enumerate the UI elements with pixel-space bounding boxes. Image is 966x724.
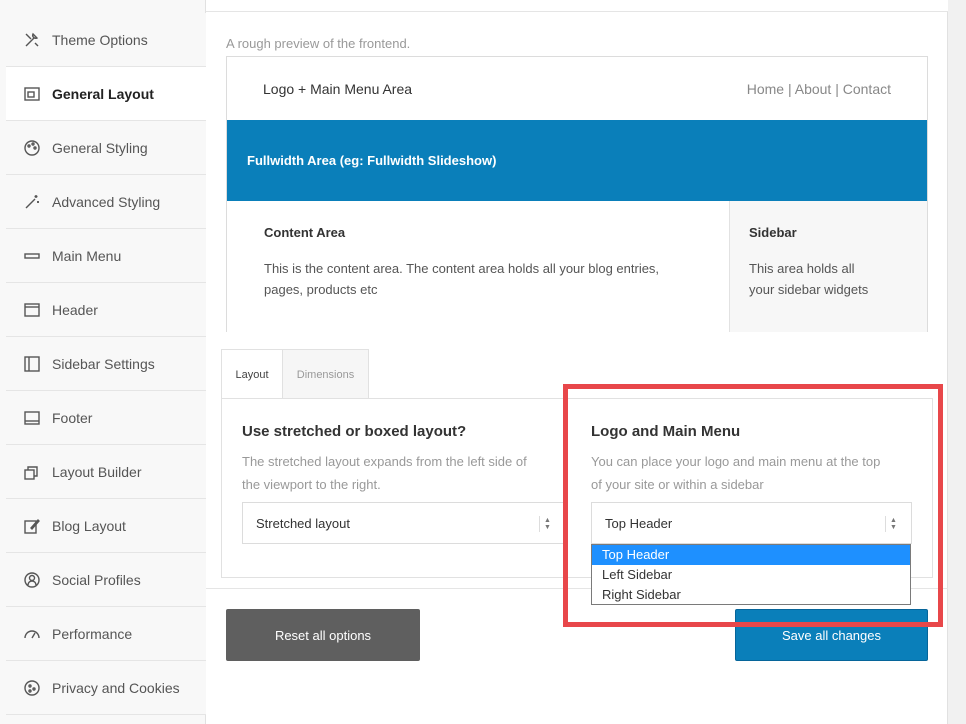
layers-icon: [22, 462, 42, 482]
preview-content-text: This is the content area. The content ar…: [264, 258, 659, 300]
sidebar-item-layout-builder[interactable]: Layout Builder: [6, 445, 206, 499]
preview-sidebar-line: your sidebar widgets: [749, 282, 869, 297]
reset-all-options-button[interactable]: Reset all options: [226, 609, 420, 661]
preview-content-title: Content Area: [264, 225, 346, 240]
sidebar-item-theme-options[interactable]: Theme Options: [6, 13, 206, 67]
menu-bar-icon: [22, 246, 42, 266]
sidebar-item-label: Blog Layout: [52, 517, 126, 534]
preview-caption: A rough preview of the frontend.: [226, 36, 411, 51]
layout-option-desc-line: the viewport to the right.: [242, 477, 381, 492]
sidebar-item-label: Privacy and Cookies: [52, 679, 180, 696]
sidebar-item-label: Sidebar Settings: [52, 355, 155, 372]
menu-option-desc: You can place your logo and main menu at…: [591, 450, 880, 496]
logo-menu-select[interactable]: Top Header ▲ ▼: [591, 502, 912, 544]
sidebar-item-main-menu[interactable]: Main Menu: [6, 229, 206, 283]
preview-sidebar-area: Sidebar This area holds all your sidebar…: [729, 201, 927, 332]
select-arrows-icon: ▲ ▼: [539, 516, 555, 532]
sidebar-item-footer[interactable]: Footer: [6, 391, 206, 445]
sidebar-item-performance[interactable]: Performance: [6, 607, 206, 661]
layout-select-value: Stretched layout: [256, 515, 350, 531]
sidebar-item-blog-layout[interactable]: Blog Layout: [6, 499, 206, 553]
options-sidebar: Theme Options General Layout General Sty…: [0, 0, 206, 724]
preview-nav: Home | About | Contact: [746, 81, 891, 97]
sidebar-item-label: Layout Builder: [52, 463, 142, 480]
sidebar-item-sidebar-settings[interactable]: Sidebar Settings: [6, 337, 206, 391]
layout-option-title: Use stretched or boxed layout?: [242, 423, 467, 440]
sidebar-item-label: Advanced Styling: [52, 193, 161, 210]
layout-icon: [22, 84, 42, 104]
footer-icon: [22, 408, 42, 428]
wrench-screwdriver-icon: [22, 30, 42, 50]
sidebar-item-label: General Styling: [52, 139, 148, 156]
header-icon: [22, 300, 42, 320]
sidebar-item-label: Theme Options: [52, 31, 148, 48]
edit-icon: [22, 516, 42, 536]
layout-select[interactable]: Stretched layout ▲ ▼: [242, 502, 566, 544]
preview-logo-area: Logo + Main Menu Area: [263, 81, 413, 97]
preview-fullwidth-area: Fullwidth Area (eg: Fullwidth Slideshow): [227, 120, 927, 201]
preview-header: Logo + Main Menu Area Home | About | Con…: [227, 57, 927, 120]
sidebar-item-label: Header: [52, 301, 98, 318]
tab-layout[interactable]: Layout: [221, 349, 283, 399]
preview-sidebar-title: Sidebar: [749, 225, 797, 240]
sidebar-item-label: Social Profiles: [52, 571, 141, 588]
sidebar-item-general-styling[interactable]: General Styling: [6, 121, 206, 175]
dropdown-option-right-sidebar[interactable]: Right Sidebar: [592, 585, 910, 605]
menu-option-title: Logo and Main Menu: [591, 423, 741, 440]
menu-option-desc-line: You can place your logo and main menu at…: [591, 454, 881, 469]
logo-menu-select-value: Top Header: [605, 515, 673, 531]
menu-option-desc-line: of your site or within a sidebar: [591, 477, 764, 492]
sidebar-item-social-profiles[interactable]: Social Profiles: [6, 553, 206, 607]
logo-menu-dropdown-list: Top Header Left Sidebar Right Sidebar: [591, 544, 911, 605]
gauge-icon: [22, 624, 42, 644]
cookie-icon: [22, 678, 42, 698]
sidebar-item-header[interactable]: Header: [6, 283, 206, 337]
dropdown-option-top-header[interactable]: Top Header: [592, 545, 910, 565]
sidebar-item-label: Main Menu: [52, 247, 122, 264]
sidebar-item-privacy-cookies[interactable]: Privacy and Cookies: [6, 661, 206, 715]
sidebar-item-label: Performance: [52, 625, 133, 642]
preview-content-line: This is the content area. The content ar…: [264, 261, 660, 276]
magic-wand-icon: [22, 192, 42, 212]
select-arrows-icon: ▲ ▼: [885, 516, 901, 532]
sidebar-icon: [22, 354, 42, 374]
dropdown-option-left-sidebar[interactable]: Left Sidebar: [592, 565, 910, 585]
top-divider: [206, 0, 948, 12]
preview-content-line: pages, products etc: [264, 282, 378, 297]
palette-icon: [22, 138, 42, 158]
preview-content-area: Content Area This is the content area. T…: [227, 201, 729, 332]
layout-option-desc-line: The stretched layout expands from the le…: [242, 454, 527, 469]
preview-sidebar-line: This area holds all: [749, 261, 855, 276]
tab-dimensions[interactable]: Dimensions: [282, 349, 369, 399]
options-main-panel: A rough preview of the frontend. Logo + …: [206, 0, 948, 724]
layout-option-desc: The stretched layout expands from the le…: [242, 450, 527, 496]
sidebar-item-label: General Layout: [52, 85, 154, 102]
sidebar-item-general-layout[interactable]: General Layout: [6, 67, 206, 121]
sidebar-item-advanced-styling[interactable]: Advanced Styling: [6, 175, 206, 229]
frontend-preview: Logo + Main Menu Area Home | About | Con…: [226, 56, 928, 332]
save-all-changes-button[interactable]: Save all changes: [735, 609, 928, 661]
profile-icon: [22, 570, 42, 590]
preview-sidebar-text: This area holds all your sidebar widgets: [749, 258, 868, 300]
sidebar-item-label: Footer: [52, 409, 93, 426]
